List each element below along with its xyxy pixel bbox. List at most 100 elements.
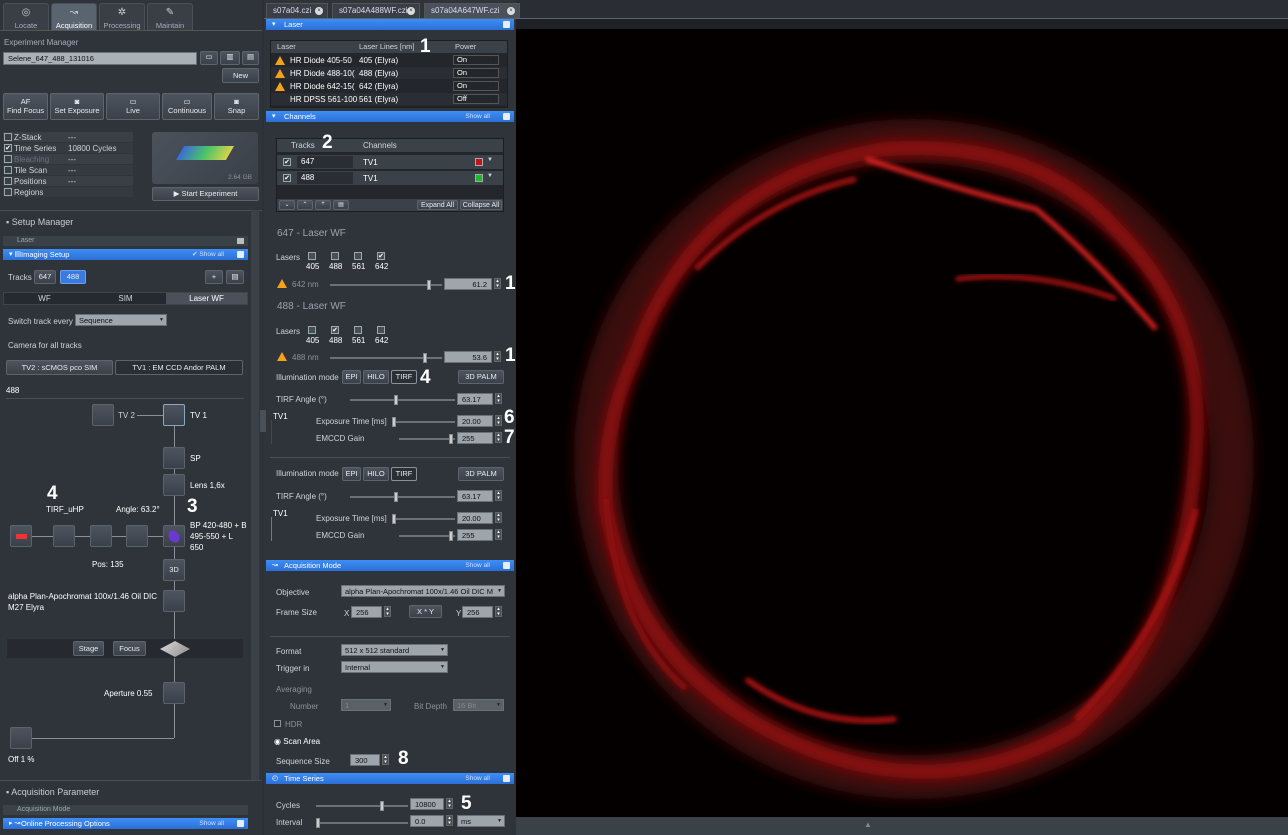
xy-button[interactable]: X * Y — [409, 605, 442, 618]
sequence-size-input[interactable]: 300 — [350, 754, 380, 766]
channels-header[interactable]: ▾ Channels Show all — [266, 111, 514, 122]
find-focus-button[interactable]: AF Find Focus — [3, 93, 48, 120]
laser-647-power-input[interactable]: 61.2 — [444, 278, 492, 290]
track-488-button[interactable]: 488 — [60, 270, 86, 284]
3d-palm-button[interactable]: 3D PALM — [458, 370, 504, 384]
panel-splitter-handle[interactable] — [260, 410, 266, 432]
tab-maintain[interactable]: ✎ Maintain — [147, 3, 193, 30]
aperture-icon[interactable] — [163, 682, 185, 704]
tirf-angle-spinner[interactable]: ▴ ▾ — [495, 490, 502, 501]
laser-405-checkbox[interactable] — [308, 326, 316, 334]
channel-color-swatch[interactable] — [475, 174, 483, 182]
laser-647-slider[interactable] — [330, 280, 442, 290]
tirf-angle-slider[interactable] — [350, 395, 455, 405]
acquisition-mode-header[interactable]: ↝ Acquisition Mode Show all — [266, 560, 514, 571]
frame-y-spinner[interactable]: ▴ ▾ — [495, 606, 502, 617]
laser-row[interactable]: HR DPSS 561-100 561 (Elyra) Off — [271, 93, 507, 105]
option-checkbox[interactable] — [4, 166, 12, 174]
laser-561-checkbox[interactable] — [354, 252, 362, 260]
frame-x-input[interactable]: 256 — [351, 606, 382, 618]
file-tab[interactable]: s07a04.czi × — [266, 3, 328, 18]
tab-locate[interactable]: ◎ Locate — [3, 3, 49, 30]
tab-sim[interactable]: SIM — [85, 293, 166, 304]
tirf-angle-input[interactable]: 63.17 — [457, 393, 493, 405]
option-checkbox[interactable] — [4, 155, 12, 163]
track-name-field[interactable]: 488 — [297, 172, 353, 184]
slider-knob[interactable] — [423, 353, 427, 363]
epi-button[interactable]: EPI — [342, 370, 361, 384]
tab-processing[interactable]: ✲ Processing — [99, 3, 145, 30]
slider-knob[interactable] — [380, 801, 384, 811]
tv1-camera-icon[interactable] — [163, 404, 185, 426]
channel-color-swatch[interactable] — [475, 158, 483, 166]
close-icon[interactable]: × — [507, 7, 515, 15]
pin-icon[interactable] — [503, 775, 510, 782]
channel-row[interactable]: ✔ 647 TV1 ▼ — [277, 155, 503, 169]
laser-488-spinner[interactable]: ▴ ▾ — [494, 351, 501, 362]
delete-channel-button[interactable]: ▤ — [333, 200, 349, 210]
imaging-setup-header[interactable]: ▾ ▤ Imaging Setup ✔ Show all — [3, 249, 248, 260]
cycles-spinner[interactable]: ▴ ▾ — [446, 798, 453, 809]
exposure-slider[interactable] — [392, 417, 455, 427]
track-647-button[interactable]: 647 — [34, 270, 56, 284]
option-row[interactable]: ✔ Time Series 10800 Cycles — [3, 143, 133, 153]
frame-y-input[interactable]: 256 — [462, 606, 493, 618]
laser-405-checkbox[interactable] — [308, 252, 316, 260]
exposure-slider[interactable] — [392, 514, 455, 524]
camera-tv1-button[interactable]: TV1 : EM CCD Andor PALM — [115, 360, 243, 375]
delete-experiment-button[interactable]: ▤ — [242, 51, 259, 65]
show-all-toggle[interactable]: Show all — [465, 111, 490, 122]
interval-unit-dropdown[interactable]: ms — [457, 815, 505, 827]
acquisition-mode-header[interactable]: Acquisition Mode — [3, 805, 248, 815]
cycles-slider[interactable] — [316, 801, 408, 811]
option-row[interactable]: Positions --- — [3, 176, 133, 186]
slider-knob[interactable] — [392, 514, 396, 524]
lamp-icon[interactable] — [10, 727, 32, 749]
camera-tv2-button[interactable]: TV2 : sCMOS pco SIM — [6, 360, 113, 375]
laser-642-checkbox[interactable] — [377, 326, 385, 334]
continuous-button[interactable]: ▭ Continuous — [162, 93, 212, 120]
expand-all-button[interactable]: Expand All — [417, 200, 458, 210]
3d-button[interactable]: 3D — [163, 559, 185, 581]
laser-561-checkbox[interactable] — [354, 326, 362, 334]
add-track-button[interactable]: + — [205, 270, 223, 284]
gain-slider[interactable] — [399, 434, 455, 444]
mirror-icon[interactable] — [126, 525, 148, 547]
switch-track-dropdown[interactable]: Sequence — [75, 314, 167, 326]
tab-wf[interactable]: WF — [4, 293, 85, 304]
laser-power-dropdown[interactable]: On — [453, 68, 499, 78]
emccd-gain-input[interactable]: 255 — [457, 432, 493, 444]
tab-acquisition[interactable]: ↝ Acquisition — [51, 3, 97, 30]
option-checkbox[interactable]: ✔ — [4, 144, 12, 152]
sequence-size-spinner[interactable]: ▴ ▾ — [382, 754, 389, 765]
3d-palm-button[interactable]: 3D PALM — [458, 467, 504, 481]
move-up-button[interactable]: ⌃ — [297, 200, 313, 210]
option-checkbox[interactable] — [4, 188, 12, 196]
live-button[interactable]: ▭ Live — [106, 93, 160, 120]
hdr-checkbox[interactable] — [274, 720, 281, 727]
emccd-gain-input[interactable]: 255 — [457, 529, 493, 541]
tirf-angle-spinner[interactable]: ▴ ▾ — [495, 393, 502, 404]
trigger-dropdown[interactable]: Internal — [341, 661, 448, 673]
tirf-button[interactable]: TIRF — [391, 370, 417, 384]
exposure-spinner[interactable]: ▴ ▾ — [495, 512, 502, 523]
option-checkbox[interactable] — [4, 177, 12, 185]
online-processing-header[interactable]: ▸ ↝ Online Processing Options Show all — [3, 818, 248, 829]
delete-track-button[interactable]: ▤ — [226, 270, 244, 284]
pin-icon[interactable] — [237, 820, 244, 827]
tirf-lens-icon[interactable] — [90, 525, 112, 547]
bit-depth-dropdown[interactable]: 16 Bit — [453, 699, 504, 711]
number-dropdown[interactable]: 1 — [341, 699, 391, 711]
new-experiment-button[interactable]: New — [222, 68, 259, 83]
time-series-header[interactable]: ◴ Time Series Show all — [266, 773, 514, 784]
laser-488-checkbox[interactable] — [331, 252, 339, 260]
add-channel-button[interactable]: + — [315, 200, 331, 210]
show-all-toggle[interactable]: Show all — [199, 818, 224, 829]
laser-488-slider[interactable] — [330, 353, 442, 363]
tirf-angle-input[interactable]: 63.17 — [457, 490, 493, 502]
tab-laser-wf[interactable]: Laser WF — [166, 293, 247, 304]
laser-647-spinner[interactable]: ▴ ▾ — [494, 278, 501, 289]
objective-dropdown[interactable]: alpha Plan-Apochromat 100x/1.46 Oil DIC … — [341, 585, 505, 597]
exposure-time-input[interactable]: 20.00 — [457, 512, 493, 524]
option-row[interactable]: Regions — [3, 187, 133, 197]
